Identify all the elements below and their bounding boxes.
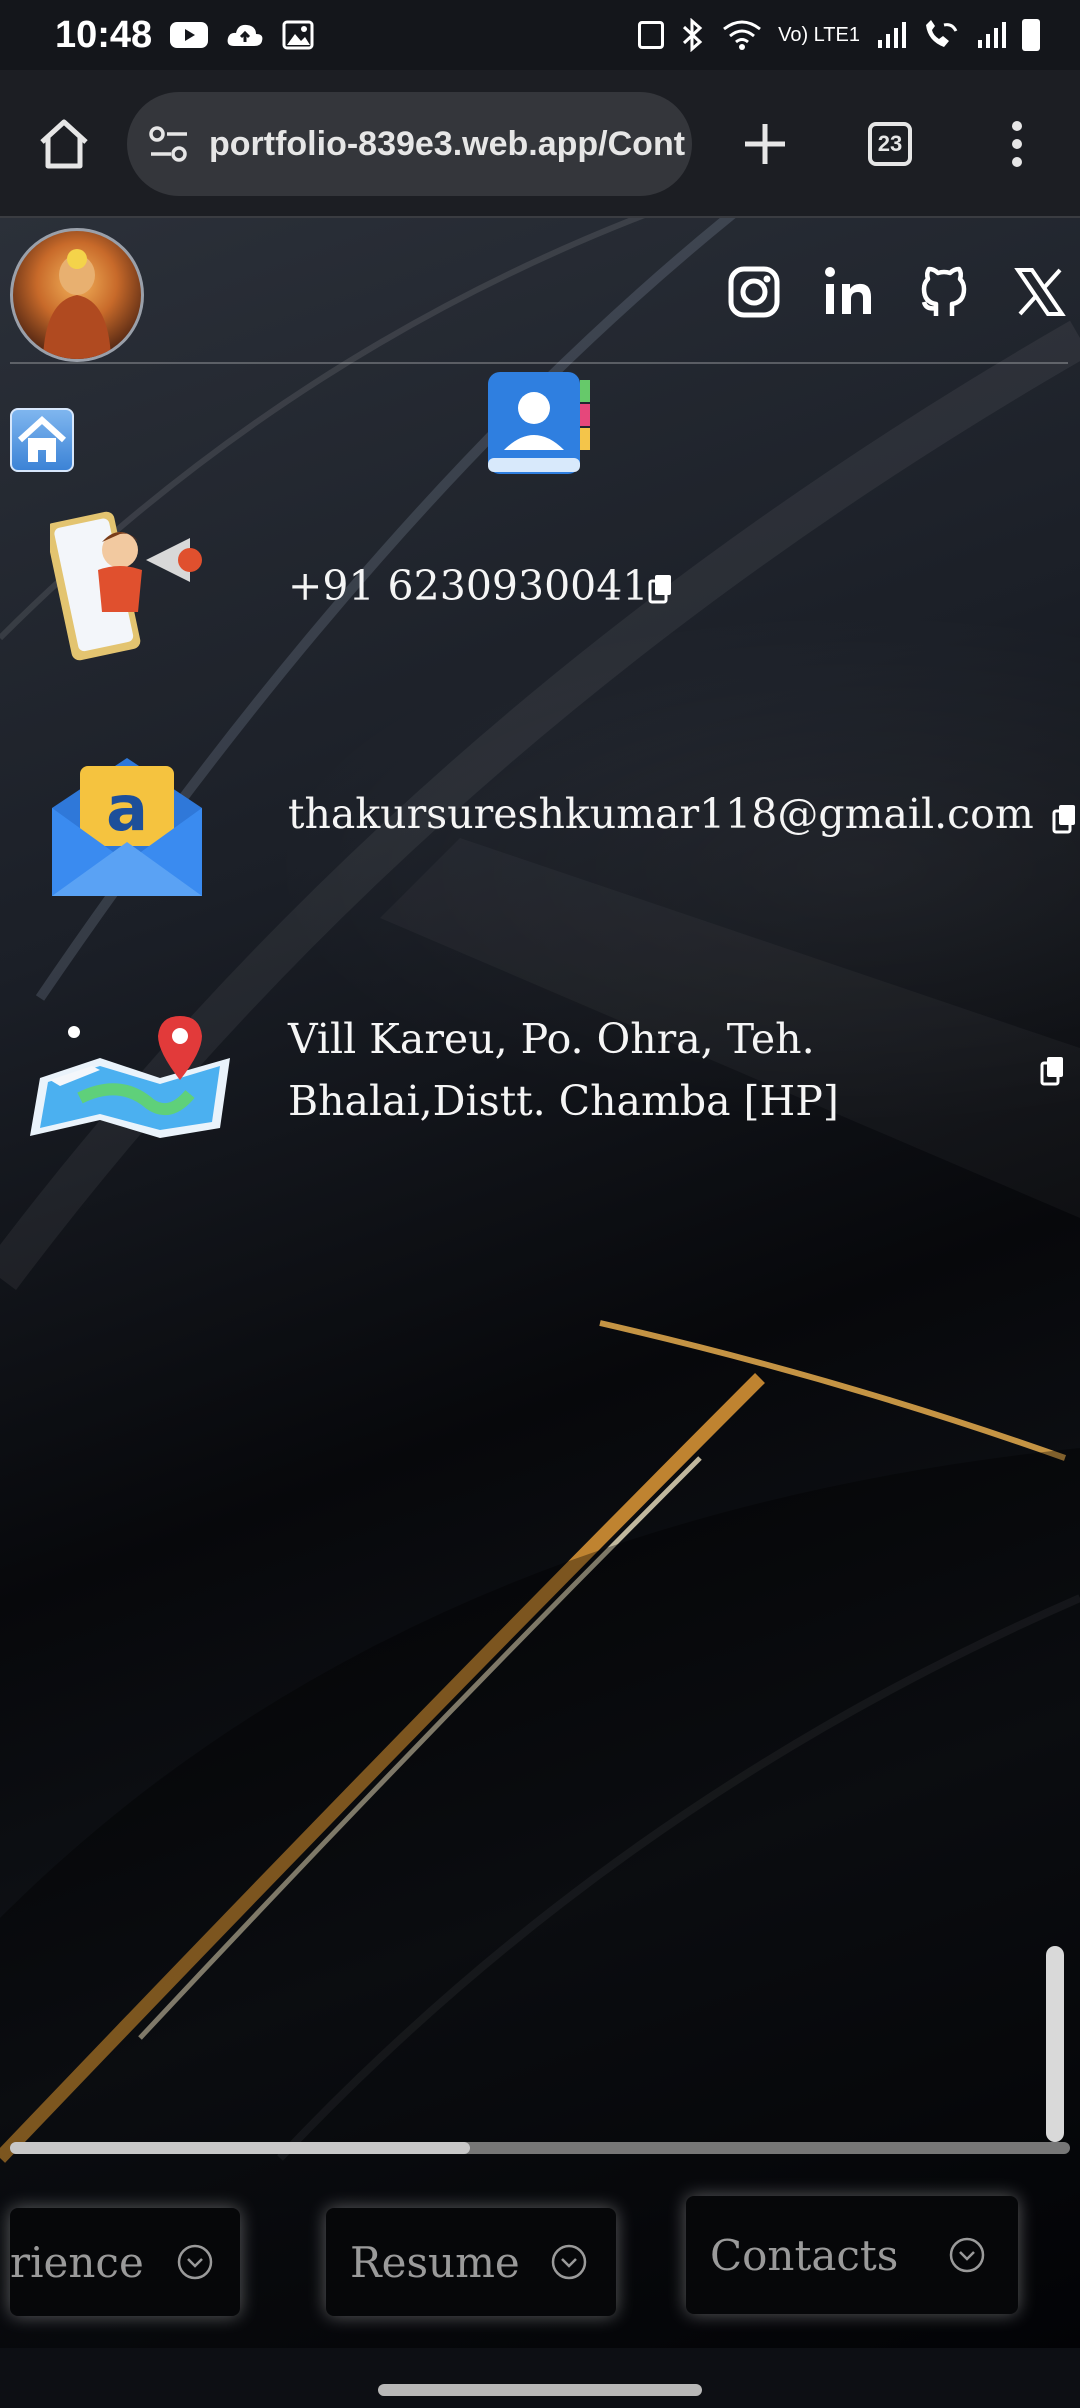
phone-row: +91 6230930041: [0, 508, 1080, 668]
url-text: portfolio-839e3.web.app/Cont: [209, 124, 686, 163]
battery-icon: [1022, 19, 1040, 51]
wifi-call-icon: [926, 20, 958, 47]
youtube-icon: [170, 22, 209, 48]
linkedin-icon[interactable]: [818, 262, 878, 322]
address-line-1: Vill Kareu, Po. Ohra, Teh.: [288, 1015, 815, 1063]
chevron-down-icon: [949, 2237, 985, 2273]
email-envelope-illustration: a: [52, 758, 202, 896]
header-divider: [10, 362, 1068, 364]
map-location-illustration: [30, 1016, 230, 1138]
home-button[interactable]: [10, 408, 74, 472]
vertical-scrollbar[interactable]: [1046, 1946, 1064, 2142]
profile-avatar[interactable]: [10, 228, 144, 362]
contact-book-icon: [488, 372, 590, 474]
megaphone-phone-illustration: [50, 511, 202, 661]
horizontal-scrollbar-thumb[interactable]: [10, 2142, 470, 2154]
status-time: 10:48: [55, 13, 153, 56]
home-house-icon: [17, 415, 67, 462]
nav-resume-button[interactable]: Resume: [326, 2208, 616, 2316]
nav-contacts-button[interactable]: Contacts: [686, 2196, 1018, 2314]
svg-text:a: a: [106, 772, 148, 845]
new-tab-icon[interactable]: [735, 114, 795, 174]
home-icon[interactable]: [34, 114, 94, 174]
more-menu-icon[interactable]: [1000, 114, 1034, 174]
signal-2-icon: [978, 22, 1006, 48]
address-row: Vill Kareu, Po. Ohra, Teh. Bhalai,Distt.…: [0, 1008, 1080, 1158]
copy-phone-icon[interactable]: [648, 574, 674, 604]
site-settings-icon[interactable]: [147, 122, 191, 166]
nav-experience-label: rience: [10, 2237, 144, 2287]
gallery-icon: [282, 20, 314, 50]
sim-icon: [638, 21, 665, 49]
email-row: a thakursureshkumar118@gmail.com: [0, 758, 1080, 898]
phone-number: +91 6230930041: [288, 562, 649, 610]
url-bar[interactable]: portfolio-839e3.web.app/Cont: [127, 92, 692, 196]
cloud-icon: [227, 24, 263, 46]
nav-experience-button[interactable]: rience: [10, 2208, 240, 2316]
copy-address-icon[interactable]: [1040, 1056, 1066, 1086]
github-icon[interactable]: [914, 262, 974, 322]
x-icon[interactable]: [1010, 262, 1070, 322]
volte-label: Vo) LTE1: [778, 23, 860, 46]
copy-email-icon[interactable]: [1052, 804, 1078, 834]
bluetooth-icon: [683, 18, 703, 52]
chevron-down-icon: [177, 2244, 213, 2280]
gesture-handle[interactable]: [378, 2384, 702, 2396]
browser-toolbar: portfolio-839e3.web.app/Cont 23: [0, 70, 1080, 218]
signal-icon: [878, 22, 906, 48]
instagram-icon[interactable]: [724, 262, 784, 322]
address-line-2: Bhalai,Distt. Chamba [HP]: [288, 1077, 839, 1125]
wifi-icon: [723, 20, 762, 50]
nav-resume-label: Resume: [350, 2237, 520, 2287]
chevron-down-icon: [551, 2244, 587, 2280]
nav-contacts-label: Contacts: [710, 2230, 899, 2280]
tab-switcher-button[interactable]: 23: [868, 122, 912, 166]
system-navigation-bar: [0, 2348, 1080, 2408]
status-bar: 10:48 Vo) LTE1: [0, 0, 1080, 70]
contacts-page: +91 6230930041 a thakursureshkumar118@gm…: [0, 218, 1080, 2348]
email-address: thakursureshkumar118@gmail.com: [288, 790, 1034, 838]
